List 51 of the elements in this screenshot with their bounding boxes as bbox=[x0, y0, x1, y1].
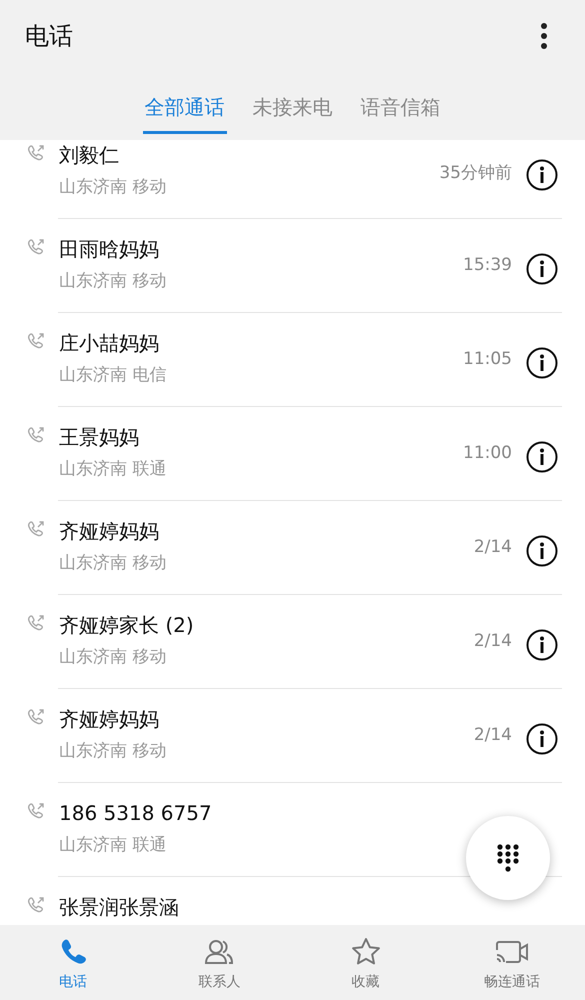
info-icon[interactable] bbox=[526, 723, 558, 755]
info-icon[interactable] bbox=[526, 159, 558, 191]
call-time: 2/14 bbox=[474, 537, 512, 557]
outgoing-call-icon bbox=[26, 426, 45, 443]
more-icon[interactable] bbox=[540, 22, 548, 50]
info-icon[interactable] bbox=[526, 629, 558, 661]
nav-tab[interactable]: 收藏 bbox=[292, 925, 439, 1000]
outgoing-call-icon bbox=[26, 520, 45, 537]
caller-location: 山东济南 移动 bbox=[59, 552, 166, 575]
contact-name: 齐娅婷家长 (2) bbox=[59, 612, 194, 639]
info-icon[interactable] bbox=[526, 441, 558, 473]
contact-name: 庄小喆妈妈 bbox=[59, 330, 159, 357]
outgoing-call-icon bbox=[26, 802, 45, 819]
nav-tab[interactable]: 畅连通话 bbox=[438, 925, 585, 1000]
nav-tab[interactable]: 电话 bbox=[0, 925, 146, 1000]
call-time: 11:05 bbox=[463, 349, 512, 369]
caller-location: 山东济南 移动 bbox=[59, 646, 166, 669]
call-time: 2/14 bbox=[474, 725, 512, 745]
caller-location: 山东济南 移动 bbox=[59, 740, 166, 763]
outgoing-call-icon bbox=[26, 238, 45, 255]
tab[interactable]: 全部通话 bbox=[142, 90, 226, 134]
contact-name: 齐娅婷妈妈 bbox=[59, 518, 159, 545]
outgoing-call-icon bbox=[26, 708, 45, 725]
caller-location: 山东济南 联通 bbox=[59, 834, 166, 857]
contact-name: 田雨晗妈妈 bbox=[59, 236, 159, 263]
dialpad-button[interactable] bbox=[466, 816, 550, 900]
contact-name: 186 5318 6757 bbox=[59, 800, 212, 827]
call-time: 11:00 bbox=[463, 443, 512, 463]
call-time: 15:39 bbox=[463, 255, 512, 275]
caller-location: 山东济南 移动 bbox=[59, 176, 166, 199]
info-icon[interactable] bbox=[526, 253, 558, 285]
call-time: 35分钟前 bbox=[439, 162, 512, 184]
outgoing-call-icon bbox=[26, 614, 45, 631]
call-time: 2/14 bbox=[474, 631, 512, 651]
info-icon[interactable] bbox=[526, 535, 558, 567]
info-icon[interactable] bbox=[526, 347, 558, 379]
contact-name: 齐娅婷妈妈 bbox=[59, 706, 159, 733]
tab[interactable]: 语音信箱 bbox=[358, 90, 442, 134]
caller-location: 山东济南 移动 bbox=[59, 270, 166, 293]
contact-name: 王景妈妈 bbox=[59, 424, 139, 451]
nav-tab[interactable]: 联系人 bbox=[146, 925, 292, 1000]
screen-title: 电话 bbox=[25, 21, 73, 52]
caller-location: 山东济南 联通 bbox=[59, 458, 166, 481]
outgoing-call-icon bbox=[26, 332, 45, 349]
contact-name: 张景润张景涵 bbox=[59, 894, 179, 921]
tab[interactable]: 未接来电 bbox=[250, 90, 334, 134]
dialpad-icon bbox=[495, 843, 521, 873]
contact-name: 刘毅仁 bbox=[59, 142, 119, 169]
caller-location: 山东济南 电信 bbox=[59, 364, 166, 387]
outgoing-call-icon bbox=[26, 144, 45, 161]
outgoing-call-icon bbox=[26, 896, 45, 913]
